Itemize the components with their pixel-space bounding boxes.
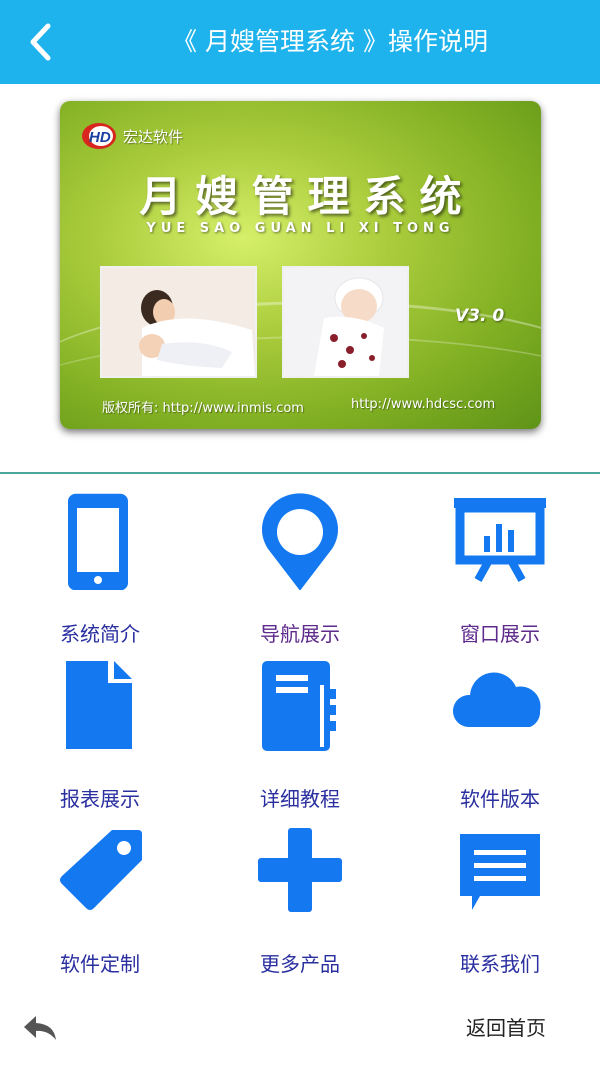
section-divider bbox=[0, 472, 600, 474]
mother-baby-photo bbox=[100, 266, 257, 378]
cloud-icon bbox=[452, 672, 541, 727]
menu-item-label: 软件定制 bbox=[60, 952, 140, 976]
website-url: http://www.hdcsc.com bbox=[351, 397, 496, 412]
tag-icon bbox=[60, 830, 142, 910]
plus-icon bbox=[258, 828, 342, 912]
phone-icon bbox=[68, 493, 128, 590]
menu-item-label: 报表展示 bbox=[60, 787, 140, 811]
back-button[interactable] bbox=[20, 18, 68, 66]
menu-item-label: 软件版本 bbox=[460, 787, 540, 811]
menu-item-window-display[interactable]: 窗口展示 bbox=[400, 480, 600, 646]
menu-item-software-version[interactable]: 软件版本 bbox=[400, 645, 600, 811]
svg-text:HD: HD bbox=[89, 129, 111, 146]
page-title: 《 月嫂管理系统 》操作说明 bbox=[172, 27, 488, 56]
brand-logo-icon: HD bbox=[82, 123, 116, 149]
location-pin-icon bbox=[262, 493, 338, 590]
product-banner: HD 宏达软件 月嫂管理系统 YUE SAO GUAN LI XI TONG V… bbox=[60, 101, 541, 429]
menu-item-more-products[interactable]: 更多产品 bbox=[200, 810, 400, 976]
menu-item-label: 导航展示 bbox=[260, 622, 340, 646]
product-pinyin: YUE SAO GUAN LI XI TONG bbox=[146, 221, 455, 236]
menu-item-report-display[interactable]: 报表展示 bbox=[0, 645, 200, 811]
home-link[interactable]: 返回首页 bbox=[466, 1012, 546, 1041]
brand: HD 宏达软件 bbox=[80, 121, 183, 151]
menu-item-label: 窗口展示 bbox=[460, 622, 540, 646]
menu-item-label: 联系我们 bbox=[460, 952, 540, 976]
brand-name: 宏达软件 bbox=[123, 127, 184, 146]
chevron-left-icon bbox=[30, 23, 51, 61]
footer-back-button[interactable] bbox=[22, 1012, 58, 1044]
menu-item-label: 更多产品 bbox=[260, 952, 340, 976]
reply-arrow-icon bbox=[24, 1016, 56, 1040]
copyright-text: 版权所有: http://www.inmis.com bbox=[102, 401, 304, 416]
menu-item-tutorial[interactable]: 详细教程 bbox=[200, 645, 400, 811]
menu-item-label: 详细教程 bbox=[260, 787, 340, 811]
menu-item-label: 系统简介 bbox=[60, 622, 140, 646]
menu-item-navigation[interactable]: 导航展示 bbox=[200, 480, 400, 646]
menu-item-system-intro[interactable]: 系统简介 bbox=[0, 480, 200, 646]
menu-item-contact-us[interactable]: 联系我们 bbox=[400, 810, 600, 976]
document-icon bbox=[66, 661, 132, 749]
menu-item-customization[interactable]: 软件定制 bbox=[0, 810, 200, 976]
app-header: 《 月嫂管理系统 》操作说明 bbox=[0, 0, 600, 84]
message-icon bbox=[460, 834, 540, 910]
version-label: V3. 0 bbox=[455, 306, 505, 326]
baby-photo bbox=[282, 266, 409, 378]
presentation-chart-icon bbox=[454, 498, 546, 582]
notebook-icon bbox=[262, 661, 336, 751]
product-name: 月嫂管理系统 bbox=[139, 172, 476, 221]
